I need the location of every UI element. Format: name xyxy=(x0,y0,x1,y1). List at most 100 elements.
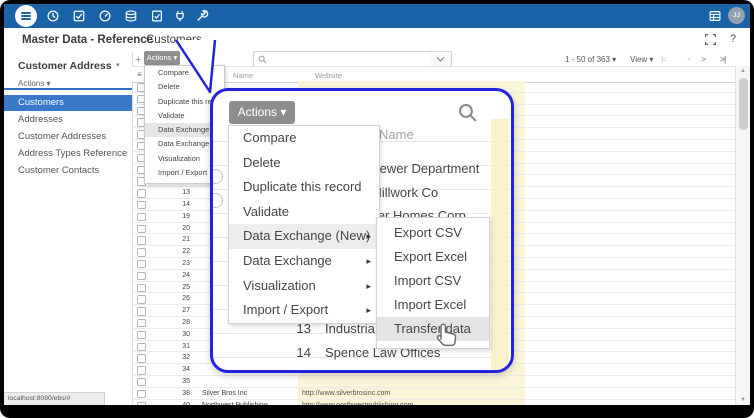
menu-item-label: Data Exchange xyxy=(243,253,332,268)
column-header-website[interactable]: Website xyxy=(315,71,342,80)
row-checkbox[interactable] xyxy=(137,378,146,387)
menu-item-label: Duplicate this record xyxy=(243,179,362,194)
view-button[interactable]: View ▾ xyxy=(630,55,653,64)
row-checkbox[interactable] xyxy=(137,236,146,245)
row-checkbox[interactable] xyxy=(137,213,146,222)
row-checkbox[interactable] xyxy=(137,225,146,234)
chevron-down-icon: ▾ xyxy=(116,61,120,69)
pager-last-button[interactable]: >| xyxy=(720,54,725,64)
wrench-icon[interactable] xyxy=(195,9,209,23)
dataset-list-icon[interactable] xyxy=(15,5,37,27)
row-menu-icon[interactable]: ≡ xyxy=(137,70,142,79)
dataset-selector[interactable]: Customer Address xyxy=(18,60,112,72)
row-checkbox[interactable] xyxy=(137,295,146,304)
row-checkbox[interactable] xyxy=(137,260,146,269)
menu-item[interactable]: Validate xyxy=(229,200,379,225)
data-grid-icon[interactable] xyxy=(708,9,722,23)
pager-next-button[interactable]: > xyxy=(701,54,705,64)
table-row[interactable]: 35 xyxy=(132,376,735,388)
plug-icon[interactable] xyxy=(173,9,187,23)
row-checkbox[interactable] xyxy=(137,307,146,316)
row-name: Silver Bros Inc xyxy=(202,390,247,397)
pager-prev-button[interactable]: < xyxy=(687,54,691,64)
menu-item[interactable]: Compare xyxy=(229,126,379,151)
row-checkbox[interactable] xyxy=(137,201,146,210)
add-record-button[interactable]: + xyxy=(135,54,141,66)
row-id: 19 xyxy=(152,213,190,220)
row-checkbox[interactable] xyxy=(137,284,146,293)
hand-cursor-icon xyxy=(431,317,461,351)
sidebar-item[interactable]: Customer Addresses xyxy=(4,129,132,145)
menu-item[interactable]: Delete xyxy=(229,151,379,176)
row-checkbox[interactable] xyxy=(137,343,146,352)
scroll-down-icon[interactable]: ▼ xyxy=(740,397,746,403)
row-id: 35 xyxy=(152,378,190,385)
magnified-row-name: Millwork Co xyxy=(371,185,438,200)
pagination-range[interactable]: 1 - 50 of 363 ▾ xyxy=(565,55,616,64)
row-checkbox[interactable] xyxy=(137,189,146,198)
menu-item-label: Data Exchange (New) xyxy=(243,228,370,243)
scroll-up-icon[interactable]: ▲ xyxy=(740,68,746,74)
menu-item[interactable]: Duplicate this record xyxy=(229,175,379,200)
scrollbar-thumb[interactable] xyxy=(739,78,748,130)
magnified-search-icon[interactable] xyxy=(457,102,479,124)
pager-first-button[interactable]: |< xyxy=(661,54,666,64)
menu-item[interactable]: Visualization ▸ xyxy=(229,274,379,299)
submenu-arrow-icon: ▸ xyxy=(366,224,371,249)
database-icon[interactable] xyxy=(124,9,138,23)
row-website: http://www.silverbrosinc.com xyxy=(302,390,390,397)
magnified-actions-button[interactable]: Actions ▾ xyxy=(229,101,295,124)
row-website: http://www.northwestpublishing.com xyxy=(302,402,413,405)
submenu-item[interactable]: Import Excel xyxy=(377,293,489,317)
gauge-icon[interactable] xyxy=(98,9,112,23)
row-id: 13 xyxy=(152,189,190,196)
row-checkbox[interactable] xyxy=(137,402,146,405)
submenu-item[interactable]: Import CSV xyxy=(377,269,489,293)
row-checkbox[interactable] xyxy=(137,366,146,375)
form-edit-icon[interactable] xyxy=(150,9,164,23)
fullscreen-icon[interactable] xyxy=(704,33,717,46)
help-icon[interactable]: ? xyxy=(730,33,736,45)
row-id: 38 xyxy=(152,390,190,397)
row-checkbox[interactable] xyxy=(137,390,146,399)
sidebar-item[interactable]: Customers xyxy=(4,95,132,111)
row-checkbox[interactable] xyxy=(137,331,146,340)
vertical-scrollbar[interactable]: ▲ ▼ xyxy=(735,66,750,405)
row-checkbox[interactable] xyxy=(137,272,146,281)
row-id: 28 xyxy=(152,319,190,326)
avatar[interactable]: JJ xyxy=(728,7,745,24)
submenu-item[interactable]: Export CSV xyxy=(377,221,489,245)
row-checkbox[interactable] xyxy=(137,319,146,328)
menu-item-label: Validate xyxy=(243,204,289,219)
chevron-down-icon xyxy=(436,56,445,63)
row-checkbox[interactable] xyxy=(137,354,146,363)
sidebar-item[interactable]: Addresses xyxy=(4,112,132,128)
row-id: 25 xyxy=(152,284,190,291)
magnified-checkbox-fragment xyxy=(210,193,223,208)
row-checkbox[interactable] xyxy=(137,248,146,257)
table-row[interactable]: 40 Northwest Publishing http://www.north… xyxy=(132,400,735,405)
row-id: 34 xyxy=(152,366,190,373)
menu-item[interactable]: Data Exchange (New) ▸ xyxy=(229,224,379,249)
page-header: Master Data - Reference Customers ? xyxy=(4,28,750,52)
table-row[interactable]: 38 Silver Bros Inc http://www.silverbros… xyxy=(132,388,735,400)
submenu-item[interactable]: Export Excel xyxy=(377,245,489,269)
row-id: 21 xyxy=(152,236,190,243)
magnified-actions-menu: Compare Delete Duplicate this record Val… xyxy=(228,125,380,324)
menu-item-label: Compare xyxy=(243,130,296,145)
magnified-checkbox-fragment xyxy=(210,169,223,184)
sidebar-item[interactable]: Address Types Reference xyxy=(4,146,132,162)
zoom-callout: Name Sewer Department Millwork Co River … xyxy=(210,88,514,373)
row-id: 14 xyxy=(152,201,190,208)
row-id: 30 xyxy=(152,331,190,338)
sidebar-actions-button[interactable]: Actions ▾ xyxy=(18,79,50,88)
clock-icon[interactable] xyxy=(46,9,60,23)
menu-item[interactable]: Import / Export ▸ xyxy=(229,298,379,323)
tasks-check-icon[interactable] xyxy=(72,9,86,23)
menu-item-label: Visualization xyxy=(243,278,316,293)
menu-item[interactable]: Data Exchange ▸ xyxy=(229,249,379,274)
screenshot-frame: JJ Master Data - Reference Customers ? C… xyxy=(0,0,754,418)
sidebar-item[interactable]: Customer Contacts xyxy=(4,163,132,179)
top-app-bar: JJ xyxy=(4,4,750,28)
menu-item-label: Import / Export xyxy=(243,302,328,317)
